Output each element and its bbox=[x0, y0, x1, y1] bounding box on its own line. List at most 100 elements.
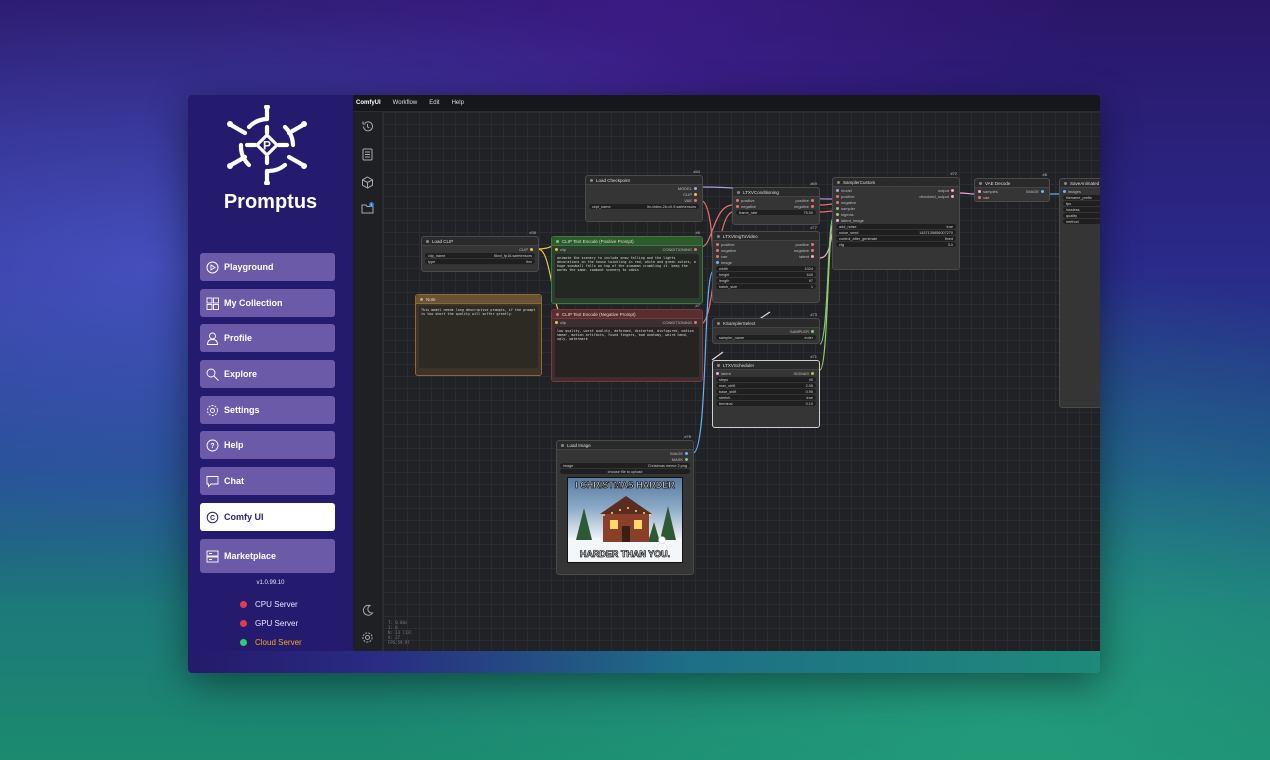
output-positive[interactable]: positive bbox=[795, 198, 816, 203]
nav-label: Marketplace bbox=[224, 551, 277, 561]
output-sigmas[interactable]: SIGMAS bbox=[793, 371, 816, 376]
output-negative[interactable]: negative bbox=[794, 204, 816, 209]
port-pin bbox=[716, 242, 719, 246]
widget-value: 97 bbox=[808, 278, 813, 283]
input-images[interactable]: images bbox=[1060, 188, 1100, 194]
widget-filename-prefix[interactable]: filename_prefix bbox=[1063, 195, 1100, 200]
output-clip[interactable]: CLIP bbox=[422, 246, 538, 252]
node-canvas[interactable]: #44 Load Checkpoint MODEL CLIP VAE ckpt_… bbox=[383, 112, 1100, 651]
input-latent[interactable]: latent bbox=[716, 371, 731, 376]
output-denoised[interactable]: denoised_output bbox=[919, 194, 956, 199]
widget-terminal[interactable]: terminal 0.10 bbox=[716, 401, 816, 406]
node-ltxv-img-to-video[interactable]: #77 LTXVImgToVideo positive positive nega… bbox=[712, 225, 820, 303]
output-sampler[interactable]: SAMPLER bbox=[713, 328, 819, 334]
widget-method[interactable]: method bbox=[1063, 219, 1100, 224]
node-save-animated[interactable]: SaveAnimated images filename_prefix fps … bbox=[1059, 178, 1100, 408]
output-conditioning[interactable]: CONDITIONING bbox=[662, 320, 699, 325]
widget-steps[interactable]: steps 40 bbox=[716, 377, 816, 382]
input-samples[interactable]: samples bbox=[978, 189, 998, 194]
input-positive[interactable]: positive bbox=[716, 242, 735, 247]
nav-marketplace[interactable]: Marketplace bbox=[200, 539, 335, 573]
cube-icon[interactable] bbox=[361, 176, 374, 189]
output-positive[interactable]: positive bbox=[795, 242, 816, 247]
output-output[interactable]: output bbox=[938, 188, 956, 193]
widget-value: Christmas meme 2.png bbox=[647, 463, 687, 468]
widget-frame-rate[interactable]: frame_rate 75.00 bbox=[736, 210, 816, 215]
note-text[interactable]: This model needs long descriptive prompt… bbox=[419, 306, 538, 368]
history-icon[interactable] bbox=[361, 120, 374, 133]
output-conditioning[interactable]: CONDITIONING bbox=[662, 247, 699, 252]
nav-chat[interactable]: Chat bbox=[200, 467, 335, 495]
output-image[interactable]: IMAGE bbox=[1026, 189, 1046, 194]
widget-batch-size[interactable]: batch_size 1 bbox=[716, 284, 816, 289]
widget-ckpt-name[interactable]: ckpt_name ltx-video-2b-v0.9.safetensors bbox=[589, 204, 699, 209]
widget-sampler-name[interactable]: sampler_name euler bbox=[716, 335, 816, 340]
menu-help[interactable]: Help bbox=[452, 100, 464, 106]
output-mask[interactable]: MASK bbox=[557, 456, 693, 462]
menu-comfyui[interactable]: ComfyUI bbox=[356, 100, 381, 106]
widget-base-shift[interactable]: base_shift 0.95 bbox=[716, 389, 816, 394]
widget-add-noise[interactable]: add_noise true bbox=[836, 224, 956, 229]
queue-list-icon[interactable] bbox=[361, 148, 374, 161]
widget-width[interactable]: width 1024 bbox=[716, 266, 816, 271]
widget-image[interactable]: image Christmas meme 2.png bbox=[560, 463, 690, 468]
widget-noise-seed[interactable]: noise_seed 1437139856007270 bbox=[836, 230, 956, 235]
nav-playground[interactable]: Playground bbox=[200, 253, 335, 281]
node-load-clip[interactable]: #38 Load CLIP CLIP clip_name t5xxl_fp16.s… bbox=[421, 230, 539, 272]
widget-type[interactable]: type ltxv bbox=[425, 259, 535, 264]
port-label: samples bbox=[983, 188, 998, 194]
gear-icon[interactable] bbox=[361, 631, 374, 644]
widget-lossless[interactable]: lossless bbox=[1063, 207, 1100, 212]
node-ksampler-select[interactable]: #73 KSamplerSelect SAMPLER sampler_name e… bbox=[712, 312, 820, 344]
input-image[interactable]: image bbox=[713, 259, 819, 265]
widget-height[interactable]: height 640 bbox=[716, 272, 816, 277]
output-negative[interactable]: negative bbox=[794, 248, 816, 253]
port-label: positive bbox=[841, 193, 855, 199]
node-load-checkpoint[interactable]: #44 Load Checkpoint MODEL CLIP VAE ckpt_… bbox=[585, 169, 703, 222]
widget-fps[interactable]: fps bbox=[1063, 201, 1100, 206]
node-vae-decode[interactable]: #8 VAE Decode samples IMAGE vae bbox=[974, 172, 1050, 202]
nav-help[interactable]: ? Help bbox=[200, 431, 335, 459]
menu-edit[interactable]: Edit bbox=[429, 100, 439, 106]
node-note[interactable]: Note This model needs long descriptive p… bbox=[415, 294, 542, 376]
output-vae[interactable]: VAE bbox=[586, 197, 702, 203]
upload-button[interactable]: choose file to upload bbox=[560, 469, 690, 474]
node-ltxv-conditioning[interactable]: #69 LTXVConditioning positive positive ne… bbox=[732, 181, 820, 225]
nav-settings[interactable]: Settings bbox=[200, 396, 335, 424]
widget-stretch[interactable]: stretch true bbox=[716, 395, 816, 400]
folder-icon[interactable]: 1 bbox=[361, 202, 374, 215]
input-vae[interactable]: vae bbox=[975, 194, 1049, 200]
input-positive[interactable]: positive bbox=[736, 198, 755, 203]
nav-profile[interactable]: Profile bbox=[200, 324, 335, 352]
input-latent-image[interactable]: latent_image bbox=[833, 217, 959, 223]
prompt-text-positive[interactable]: animate the scenery to include snow fall… bbox=[555, 254, 699, 298]
widget-control-after-generate[interactable]: control_after_generate fixed bbox=[836, 236, 956, 241]
widget-cfg[interactable]: cfg 3.0 bbox=[836, 242, 956, 247]
node-id: #78 bbox=[684, 434, 691, 439]
widget-length[interactable]: length 97 bbox=[716, 278, 816, 283]
nav-my-collection[interactable]: My Collection bbox=[200, 289, 335, 317]
input-positive[interactable]: positive bbox=[836, 194, 855, 199]
input-negative[interactable]: negative bbox=[716, 248, 736, 253]
node-clip-text-encode-negative[interactable]: #7 CLIP Text Encode (Negative Prompt) cl… bbox=[551, 303, 703, 382]
input-clip[interactable]: clip bbox=[555, 320, 566, 325]
moon-icon[interactable] bbox=[361, 604, 374, 617]
input-model[interactable]: model bbox=[836, 188, 852, 193]
input-negative[interactable]: negative bbox=[736, 204, 756, 209]
node-ltxv-scheduler[interactable]: #71 LTXVScheduler latent SIGMAS steps 40 m… bbox=[712, 354, 820, 428]
widget-clip-name[interactable]: clip_name t5xxl_fp16.safetensors bbox=[425, 253, 535, 258]
menu-workflow[interactable]: Workflow bbox=[393, 100, 418, 106]
nav-comfy-ui[interactable]: C Comfy UI bbox=[200, 503, 335, 531]
port-pin bbox=[716, 260, 719, 264]
node-clip-text-encode-positive[interactable]: #6 CLIP Text Encode (Positive Prompt) cl… bbox=[551, 230, 703, 304]
widget-max-shift[interactable]: max_shift 2.05 bbox=[716, 383, 816, 388]
prompt-text-negative[interactable]: low quality, worst quality, deformed, di… bbox=[555, 327, 699, 377]
nav-label: Profile bbox=[224, 333, 253, 343]
node-load-image[interactable]: #78 Load Image IMAGE MASK image Christmas… bbox=[556, 434, 694, 575]
nav-explore[interactable]: Explore bbox=[200, 360, 335, 388]
input-clip[interactable]: clip bbox=[555, 247, 566, 252]
widget-quality[interactable]: quality bbox=[1063, 213, 1100, 218]
input-vae[interactable]: vae bbox=[716, 254, 727, 259]
node-sampler-custom[interactable]: #72 SamplerCustom model output positive de… bbox=[832, 171, 960, 270]
output-latent[interactable]: latent bbox=[799, 254, 816, 259]
